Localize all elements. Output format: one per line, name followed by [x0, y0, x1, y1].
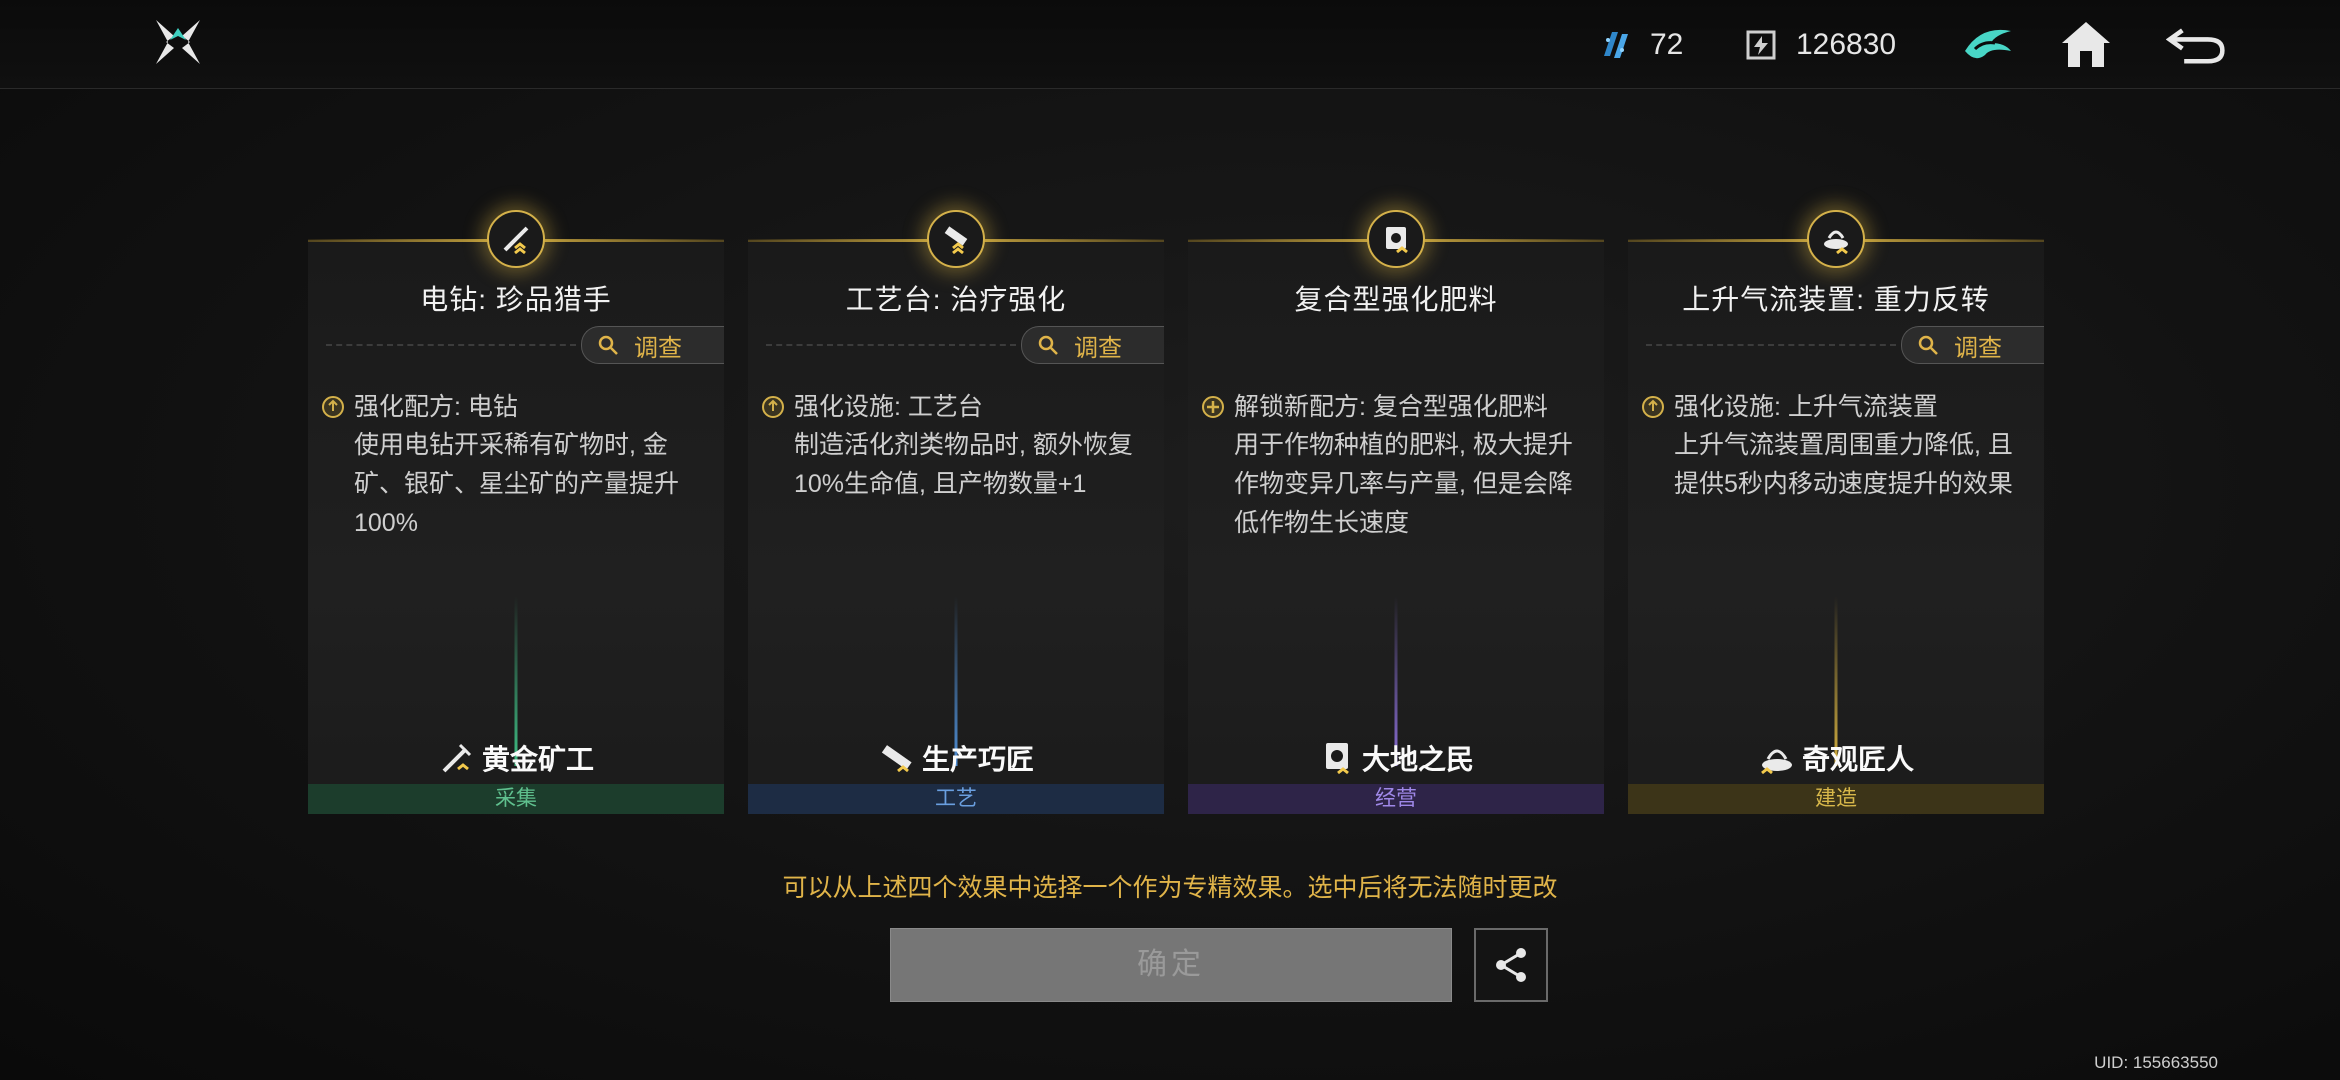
desc-head: 强化设施: 上升气流装置	[1674, 393, 1938, 421]
currency-crystal: 72	[1598, 22, 1683, 68]
card-description: 强化配方: 电钻 使用电钻开采稀有矿物时, 金矿、银矿、星尘矿的产量提升100%	[322, 388, 712, 543]
magnifier-icon	[1918, 335, 1938, 355]
golden-miner-icon	[442, 743, 472, 773]
back-arrow-icon	[2166, 28, 2225, 64]
card-title: 复合型强化肥料	[1294, 284, 1498, 315]
trait-name: 大地之民	[1361, 744, 1474, 775]
investigate-button[interactable]: 调查	[1021, 326, 1164, 364]
back-button[interactable]	[2166, 14, 2226, 74]
investigate-label: 调查	[634, 334, 682, 362]
desc-body: 使用电钻开采稀有矿物时, 金矿、银矿、星尘矿的产量提升100%	[354, 431, 680, 537]
upgrade-bullet-icon	[322, 396, 344, 418]
card-title: 上升气流装置: 重力反转	[1682, 284, 1990, 315]
currency-chip: 126830	[1744, 22, 1896, 68]
confirm-button[interactable]: 确定	[890, 928, 1452, 1002]
card-description: 强化设施: 上升气流装置 上升气流装置周围重力降低, 且提供5秒内移动速度提升的…	[1642, 388, 2032, 504]
currency-crystal-value: 72	[1650, 28, 1684, 61]
workbench-badge-icon	[927, 210, 985, 268]
chip-currency-icon	[1746, 30, 1776, 60]
investigate-label: 调查	[1954, 334, 2002, 362]
fertilizer-badge-icon	[1367, 210, 1425, 268]
trait-label: 大地之民	[1188, 738, 1604, 778]
trait-label: 黄金矿工	[308, 738, 724, 778]
trait-label: 生产巧匠	[748, 738, 1164, 778]
specialization-card-4[interactable]: 上升气流装置: 重力反转 调查 强化设施: 上升气流装置 上升气流装置周围重力降…	[1628, 210, 2044, 814]
trait-name: 黄金矿工	[481, 744, 594, 775]
faction-button[interactable]	[1958, 14, 2018, 74]
investigate-button[interactable]: 调查	[1901, 326, 2044, 364]
earth-people-icon	[1325, 743, 1349, 775]
trait-label: 奇观匠人	[1628, 738, 2044, 778]
updraft-badge-icon	[1807, 210, 1865, 268]
selection-notice: 可以从上述四个效果中选择一个作为专精效果。选中后将无法随时更改	[782, 874, 1558, 902]
desc-head: 强化配方: 电钻	[354, 393, 518, 421]
game-logo-icon	[156, 20, 200, 64]
home-button[interactable]	[2056, 14, 2116, 74]
user-id: UID: 155663550	[2094, 1053, 2218, 1072]
currency-chip-value: 126830	[1796, 28, 1897, 61]
desc-body: 制造活化剂类物品时, 额外恢复10%生命值, 且产物数量+1	[794, 431, 1133, 498]
category-footer: 经营	[1188, 784, 1604, 814]
category-footer: 建造	[1628, 784, 2044, 814]
wonder-artisan-icon	[1761, 749, 1792, 775]
magnifier-icon	[1038, 335, 1058, 355]
card-title: 电钻: 珍品猎手	[420, 284, 612, 315]
crystal-currency-icon	[1604, 32, 1628, 58]
top-bar: 72 126830	[0, 0, 2340, 89]
investigate-button[interactable]: 调查	[581, 326, 724, 364]
divider	[1646, 344, 1896, 346]
specialization-card-1[interactable]: 电钻: 珍品猎手 调查 强化配方: 电钻 使用电钻开采稀有矿物时, 金矿、银矿、…	[308, 210, 724, 814]
card-description: 强化设施: 工艺台 制造活化剂类物品时, 额外恢复10%生命值, 且产物数量+1	[762, 388, 1152, 504]
specialization-card-3[interactable]: 复合型强化肥料 解锁新配方: 复合型强化肥料 用于作物种植的肥料, 极大提升作物…	[1188, 210, 1604, 814]
magnifier-icon	[598, 335, 618, 355]
divider	[766, 344, 1016, 346]
card-description: 解锁新配方: 复合型强化肥料 用于作物种植的肥料, 极大提升作物变异几率与产量,…	[1202, 388, 1592, 543]
specialization-card-2[interactable]: 工艺台: 治疗强化 调查 强化设施: 工艺台 制造活化剂类物品时, 额外恢复10…	[748, 210, 1164, 814]
category-footer: 工艺	[748, 784, 1164, 814]
desc-body: 用于作物种植的肥料, 极大提升作物变异几率与产量, 但是会降低作物生长速度	[1234, 431, 1573, 537]
investigate-label: 调查	[1074, 334, 1122, 362]
upgrade-bullet-icon	[762, 396, 784, 418]
drill-badge-icon	[487, 210, 545, 268]
share-icon	[1496, 948, 1526, 982]
share-button[interactable]	[1474, 928, 1548, 1002]
divider	[326, 344, 576, 346]
desc-body: 上升气流装置周围重力降低, 且提供5秒内移动速度提升的效果	[1674, 431, 2013, 498]
trait-name: 生产巧匠	[921, 744, 1034, 775]
faction-emblem-icon	[1965, 29, 2011, 59]
trait-name: 奇观匠人	[1801, 744, 1914, 775]
upgrade-bullet-icon	[1642, 396, 1664, 418]
home-icon	[2062, 22, 2110, 67]
desc-head: 强化设施: 工艺台	[794, 393, 983, 421]
card-title: 工艺台: 治疗强化	[845, 284, 1067, 315]
production-artisan-icon	[881, 745, 912, 773]
category-footer: 采集	[308, 784, 724, 814]
desc-head: 解锁新配方: 复合型强化肥料	[1234, 393, 1548, 421]
unlock-bullet-icon	[1202, 396, 1224, 418]
